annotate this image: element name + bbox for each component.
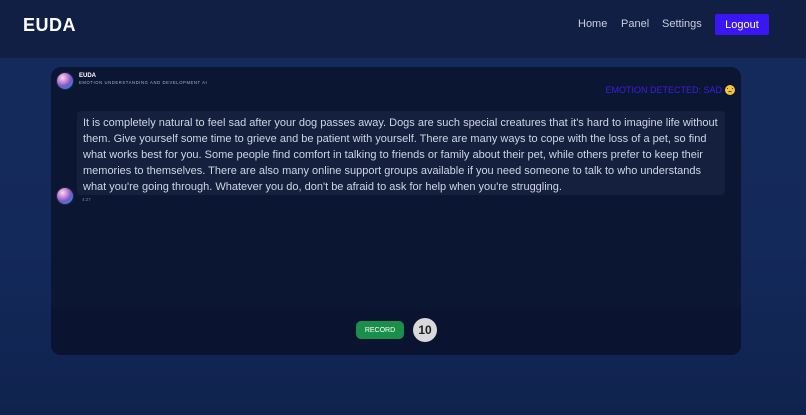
emotion-detected-text: EMOTION DETECTED: SAD [605,85,722,95]
logout-button[interactable]: Logout [715,14,769,35]
record-button[interactable]: RECORD [356,321,404,339]
nav-settings-link[interactable]: Settings [662,18,702,30]
assistant-message-bubble: It is completely natural to feel sad aft… [77,111,725,195]
sad-face-icon [725,85,735,95]
brand-logo-text[interactable]: EUDA [23,15,76,36]
chat-header-name: EUDA [79,73,97,79]
nav-panel-link[interactable]: Panel [621,18,649,30]
euda-avatar-icon [57,73,73,89]
chat-panel: EUDA EMOTION UNDERSTANDING AND DEVELOPME… [51,67,741,355]
chat-controls-bar: RECORD 10 [51,309,741,355]
countdown-counter: 10 [413,318,437,342]
nav-home-link[interactable]: Home [578,18,607,30]
emotion-detected-label: EMOTION DETECTED: SAD [605,85,735,95]
message-timestamp: 4:27 [82,197,91,202]
chat-header-subtitle: EMOTION UNDERSTANDING AND DEVELOPMENT AI [79,80,208,85]
message-avatar-icon [57,188,73,204]
top-navbar: EUDA Home Panel Settings Logout [0,0,806,58]
